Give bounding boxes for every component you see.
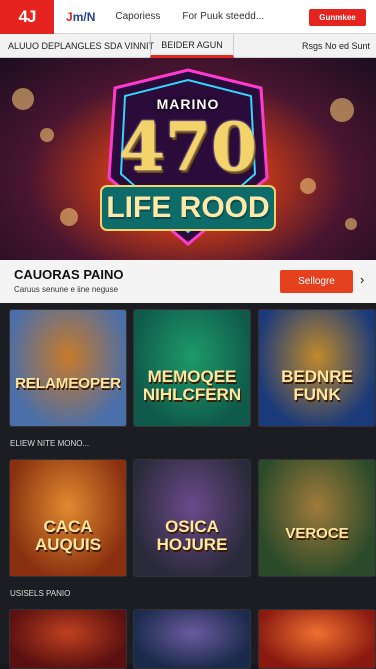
game-tile[interactable] <box>258 609 376 669</box>
nav-action-button[interactable]: Gunmkee <box>309 9 366 26</box>
game-tile[interactable] <box>9 609 127 669</box>
game-tile-title: BEDNRE FUNK <box>281 367 353 404</box>
game-tile-title: RELAMEOPER <box>15 375 121 392</box>
game-tile[interactable]: RELAMEOPER <box>9 309 127 427</box>
game-tile[interactable]: OSICA HOJURE <box>133 459 251 577</box>
hero-title: LIFE ROOD <box>106 191 270 224</box>
game-tile[interactable] <box>133 609 251 669</box>
subnav-right-link[interactable]: Rsgs No ed Sunt <box>302 41 370 51</box>
game-tile[interactable]: MEMOQEE NIHLCFERN <box>133 309 251 427</box>
game-tile[interactable]: BEDNRE FUNK <box>258 309 376 427</box>
partner-logo[interactable]: Jm/N <box>66 10 95 24</box>
section-select-button[interactable]: Sellogre <box>280 270 353 293</box>
game-tile[interactable]: VEROCE <box>258 459 376 577</box>
site-logo[interactable]: 4J <box>0 0 54 34</box>
subnav-left-link[interactable]: ALUUO DEPLANGLES SDA VINNIT <box>8 41 154 51</box>
section-title: CAUORAS PAINO <box>14 267 124 282</box>
game-tile-title: OSICA HOJURE <box>156 517 228 554</box>
game-tile[interactable]: CACA AUQUIS <box>9 459 127 577</box>
nav-search-link[interactable]: For Puuk steedd... <box>182 11 264 22</box>
section-header: CAUORAS PAINO Caruus senune e iine negus… <box>0 260 376 303</box>
section-subtitle: Caruus senune e iine neguse <box>14 285 119 294</box>
chevron-right-icon[interactable]: › <box>360 272 364 287</box>
row-label: ELIEW NITE MONO... <box>10 439 90 448</box>
hero-number: 470 <box>119 108 257 186</box>
game-tile-title: CACA AUQUIS <box>34 517 102 554</box>
partner-logo-a: J <box>66 9 73 24</box>
game-tile-title: VEROCE <box>285 525 349 542</box>
game-tile-title: MEMOQEE NIHLCFERN <box>142 367 242 404</box>
row-label: USISELS PANIO <box>10 589 71 598</box>
hero-banner[interactable]: MARINO 470 LIFE ROOD <box>0 58 376 260</box>
secondary-navigation-bar: ALUUO DEPLANGLES SDA VINNIT BEIDER AGUN … <box>0 34 376 58</box>
nav-categories-link[interactable]: Caporiess <box>115 11 160 22</box>
partner-logo-b: m/N <box>72 9 96 24</box>
subnav-active-tab[interactable]: BEIDER AGUN <box>150 34 234 58</box>
top-navigation-bar: 4J Jm/N Caporiess For Puuk steedd... Gun… <box>0 0 376 34</box>
game-grid: RELAMEOPER MEMOQEE NIHLCFERN BEDNRE FUNK EL… <box>0 303 376 669</box>
